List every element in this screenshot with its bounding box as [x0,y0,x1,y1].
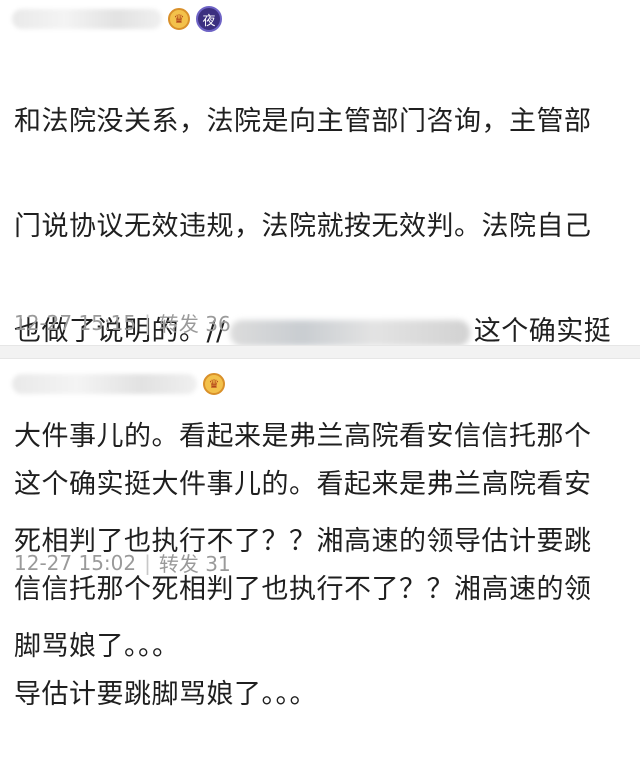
redacted-username [12,9,162,29]
repost-button[interactable]: 转发 31 [159,548,231,577]
post-2-line: 信信托那个死相判了也执行不了？？湘高速的领 [14,574,592,605]
post-2-meta: 12-27 15:02 | 转发 31 [14,548,231,577]
vip-crown-icon: ♛ [168,8,190,30]
post-1-meta: 12-27 15:15 | 转发 36 [14,308,231,337]
repost-button[interactable]: 转发 36 [159,308,231,337]
vip-crown-icon: ♛ [203,373,225,395]
post-2-line: 导估计要跳脚骂娘了。。。 [14,679,317,710]
post-timestamp: 12-27 15:15 [14,310,137,335]
redacted-mention [229,319,470,346]
post-2-line: 这个确实挺大件事儿的。看起来是弗兰高院看安 [14,469,592,500]
post-1-line: 门说协议无效违规，法院就按无效判。法院自己 [14,211,592,242]
post-1-line: 和法院没关系，法院是向主管部门咨询，主管部 [14,106,592,137]
post-2-text: 这个确实挺大件事儿的。看起来是弗兰高院看安 信信托那个死相判了也执行不了？？湘高… [14,397,628,782]
night-badge-icon: 夜 [196,6,222,32]
meta-divider: | [144,310,151,335]
repost-label: 转发 [158,312,199,336]
post-timestamp: 12-27 15:02 [14,550,137,575]
repost-label: 转发 [158,552,199,576]
post-1-author-row[interactable]: ♛ 夜 [12,4,222,34]
post-2-author-row[interactable]: ♛ [12,369,225,399]
repost-count: 31 [205,552,231,576]
redacted-username [12,374,197,394]
weibo-post-1: ♛ 夜 和法院没关系，法院是向主管部门咨询，主管部 门说协议无效违规，法院就按无… [0,0,640,662]
post-1-line-text: 这个确实挺 [473,316,612,347]
weibo-post-2: ♛ 这个确实挺大件事儿的。看起来是弗兰高院看安 信信托那个死相判了也执行不了？？… [0,357,640,710]
repost-count: 36 [205,312,231,336]
meta-divider: | [144,550,151,575]
